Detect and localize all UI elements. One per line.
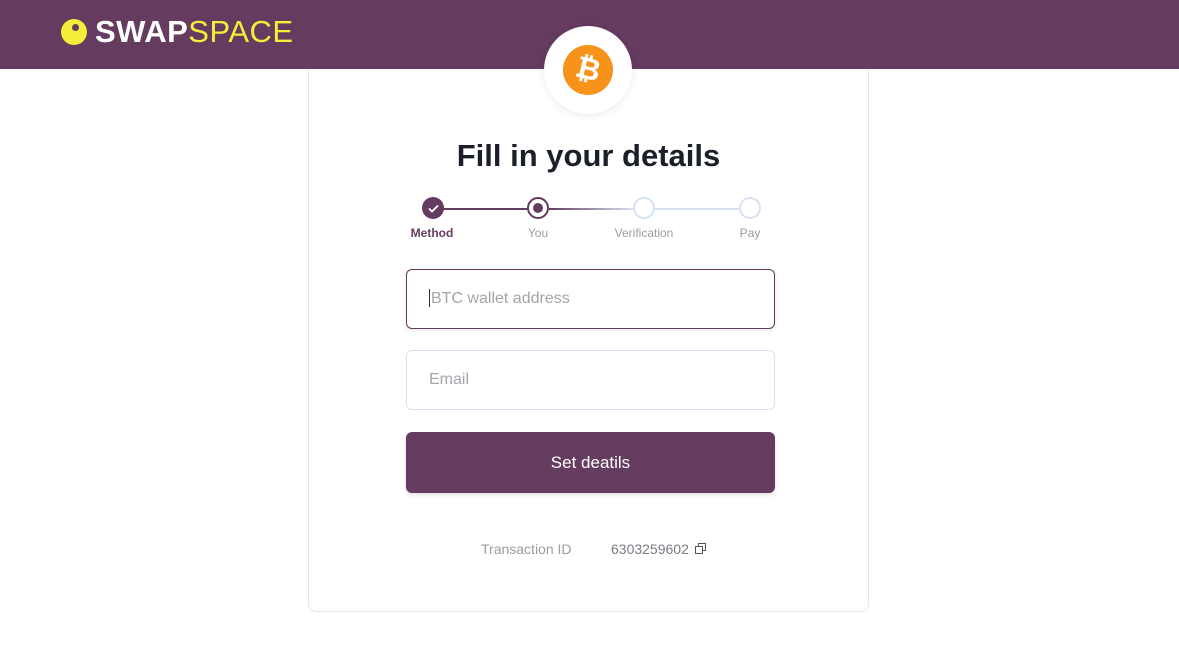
copy-icon[interactable] [695, 543, 706, 554]
step-label-you: You [527, 226, 549, 240]
text-caret [429, 288, 430, 307]
step-pay-pending [739, 197, 761, 219]
logo-text: SWAPSPACE [95, 14, 294, 50]
logo-space: SPACE [188, 14, 294, 49]
checkmark-icon [427, 204, 439, 213]
step-label-verification: Verification [614, 226, 674, 240]
btc-wallet-address-input[interactable]: BTC wallet address [406, 269, 775, 329]
step-connector [655, 208, 739, 210]
logo-swap: SWAP [95, 14, 189, 49]
transaction-id-value: 6303259602 [611, 541, 689, 557]
step-connector [549, 208, 633, 210]
email-input[interactable]: Email [406, 350, 775, 410]
swapspace-logo[interactable]: SWAPSPACE [61, 14, 294, 50]
step-label-pay: Pay [739, 226, 761, 240]
email-placeholder: Email [429, 371, 470, 388]
page-title: Fill in your details [456, 138, 721, 173]
step-you-current [527, 197, 549, 219]
step-method-completed [422, 197, 444, 219]
set-details-button[interactable]: Set deatils [406, 432, 775, 493]
step-verification-pending [633, 197, 655, 219]
bitcoin-icon: ₿ [557, 39, 619, 101]
coin-badge: ₿ [544, 26, 632, 114]
transaction-id-label: Transaction ID [481, 541, 572, 557]
step-connector [443, 208, 527, 210]
wallet-placeholder: BTC wallet address [431, 290, 570, 307]
step-label-method: Method [410, 226, 454, 240]
logo-icon [61, 19, 87, 45]
